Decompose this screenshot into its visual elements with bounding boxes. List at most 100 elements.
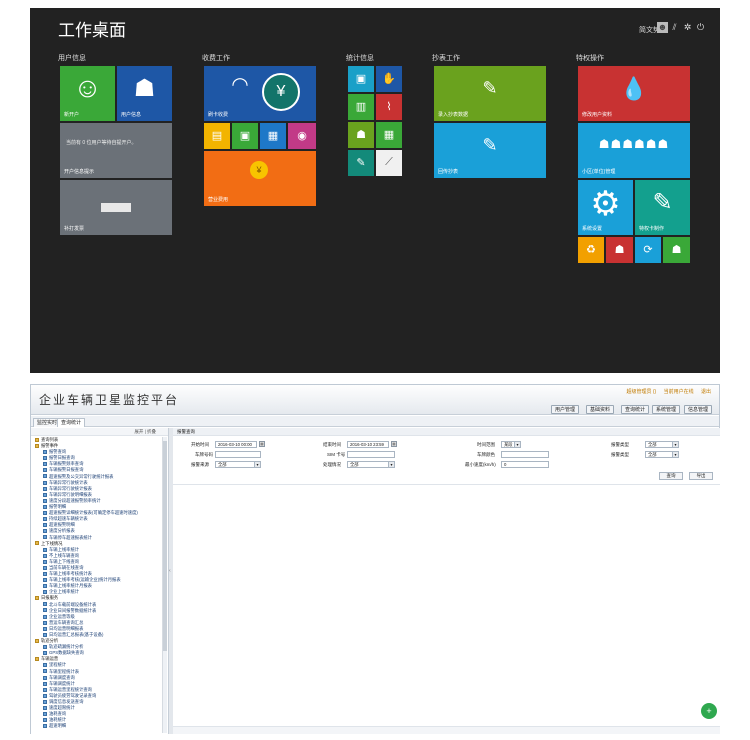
tile-read-detail[interactable]: ✎ 回传抄表 (434, 123, 546, 178)
menu-user-management[interactable]: 用户管理 (551, 405, 580, 414)
calendar-icon[interactable]: ▦ (391, 441, 397, 447)
tile-label: 特权卡制作 (639, 226, 665, 232)
recycle-icon: ♻ (586, 244, 596, 256)
tree-label: 轨迹疏漏统计分析 (49, 644, 84, 650)
menu-basic-data[interactable]: 基础资料 (586, 405, 615, 414)
power-icon[interactable]: ⏻ (695, 22, 706, 33)
tile-small-green[interactable]: ▣ (232, 123, 258, 149)
main-panel: 报警查询 开始时间 2016-03-10 00:00 ▦ 结束时间 2016-0… (173, 428, 720, 734)
pen-icon: ✎ (356, 157, 366, 169)
tree-scrollbar[interactable] (162, 437, 167, 733)
tree-label: 报警查询 (49, 449, 67, 455)
tree-label: 超速报警及公交异常行驶统计报表 (49, 473, 114, 479)
menu-info-management[interactable]: 信息管理 (684, 405, 713, 414)
tile-user-info[interactable]: ☗ 用户信息 (117, 66, 172, 121)
end-time-input[interactable]: 2016-03-10 23:59 (347, 441, 389, 448)
tile-stats-6[interactable]: ▦ (376, 122, 402, 148)
tab-bar: 监控实时 查询统计 (31, 416, 719, 427)
tree-label: 日均运营明细报表 (49, 625, 84, 631)
scrollbar-thumb[interactable] (163, 441, 167, 651)
alarm-cat-select[interactable]: 全部 (645, 451, 679, 458)
range-select[interactable]: 某段 (501, 441, 521, 448)
tile-special-bill[interactable]: ✎ 特权卡制作 (635, 180, 690, 235)
plate-input[interactable] (215, 451, 261, 458)
tile-label: 录入抄表数据 (438, 112, 469, 118)
sim-input[interactable] (347, 451, 395, 458)
collapse-all-link[interactable]: 折叠 (147, 429, 156, 434)
report-icon (43, 699, 47, 704)
tile-stats-1[interactable]: ▣ (348, 66, 374, 92)
plus-icon[interactable]: + (701, 703, 717, 719)
tile-stats-2[interactable]: ✋ (376, 66, 402, 92)
chart-icon[interactable]: ⫽ (669, 22, 680, 33)
report-tree: 查询列表 报警事件 报警查询 报警日报查询 车辆报警频率查询 车辆报警日报查询 超速报警及公… (33, 437, 161, 733)
tree-label: 不上线车辆查询 (49, 552, 80, 558)
handle-select[interactable]: 全部 (347, 461, 395, 468)
tree-label: 当前车辆在线查询 (49, 564, 84, 570)
export-button[interactable]: 导出 (689, 472, 713, 480)
gear-icon[interactable]: ✲ (682, 22, 693, 33)
tree-label: 查询列表 (41, 437, 59, 442)
tree-label: 车辆异常行驶统计表 (49, 479, 88, 485)
pencil-icon: ✎ (652, 189, 673, 216)
tile-label: 回传抄表 (438, 169, 459, 175)
tile-priv-2[interactable]: ☗ (606, 237, 633, 263)
tile-new-user[interactable]: ☺ 新开户 (60, 66, 115, 121)
tree-label: 车辆上下线查询 (49, 558, 80, 564)
coins-icon: ¥ (250, 161, 268, 179)
tree-label: 车辆上线率统计月报表 (49, 583, 92, 589)
calendar-icon[interactable]: ▦ (259, 441, 265, 447)
folder-icon (35, 443, 39, 448)
tile-print[interactable]: ▬ 补打发票 (60, 180, 172, 235)
report-icon (43, 498, 47, 503)
report-icon (43, 565, 47, 570)
tile-label: 开户信息提示 (64, 169, 95, 175)
refresh-icon: ⟳ (643, 244, 653, 256)
report-icon (43, 614, 47, 619)
tile-stats-3[interactable]: ▥ (348, 94, 374, 120)
tile-stats-7[interactable]: ✎ (348, 150, 374, 176)
alarm-source-select[interactable]: 全部 (215, 461, 261, 468)
top-link-logout[interactable]: 退出 (701, 389, 711, 395)
tab-query-stats[interactable]: 查询统计 (57, 418, 86, 427)
tile-business-expense[interactable]: ¥ 营业费用 (204, 151, 316, 206)
tile-priv-4[interactable]: ☗ (663, 237, 690, 263)
alarm-type-select[interactable]: 全部 (645, 441, 679, 448)
tile-community[interactable]: ☗☗☗☗☗☗ 小区(单位)管理 (578, 123, 690, 178)
avatar-icon[interactable]: ☻ (657, 22, 668, 33)
tile-user-info-wide[interactable]: 当前有 0 位用户等待自提开户。 开户信息提示 (60, 123, 172, 178)
tile-small-pink[interactable]: ◉ (288, 123, 316, 149)
tile-stats-5[interactable]: ☗ (348, 122, 374, 148)
tile-stats-4[interactable]: ⌇ (376, 94, 402, 120)
status-bar (173, 726, 720, 734)
report-icon (43, 504, 47, 509)
report-icon (43, 608, 47, 613)
tile-stats-8[interactable]: ⟋ (376, 150, 402, 176)
color-input[interactable] (501, 451, 549, 458)
tile-system-settings[interactable]: ⚙ 系统设置 (578, 180, 633, 235)
start-time-input[interactable]: 2016-03-10 00:00 (215, 441, 257, 448)
tree-label: 速度超限统计 (49, 705, 75, 711)
tile-small-yellow[interactable]: ▤ (204, 123, 230, 149)
min-speed-input[interactable]: 0 (501, 461, 549, 468)
tile-priv-1[interactable]: ♻ (578, 237, 604, 263)
top-link-admin[interactable]: 超级管理员 () (626, 389, 656, 395)
tile-card-charge[interactable]: ◠ ¥ 刷卡收费 (204, 66, 316, 121)
tree-label: 营运车辆查询汇总 (49, 619, 84, 625)
tile-modify-user[interactable]: 💧 修改用户资料 (578, 66, 690, 121)
expand-all-link[interactable]: 展开 (134, 429, 143, 434)
report-icon (43, 712, 47, 717)
tile-batch-read[interactable]: ✎ 录入抄表数据 (434, 66, 546, 121)
tree-label: 报警日报查询 (49, 455, 75, 461)
menu-system-management[interactable]: 系统管理 (652, 405, 681, 414)
tile-priv-3[interactable]: ⟳ (635, 237, 661, 263)
tile-small-blue[interactable]: ▦ (260, 123, 286, 149)
tree-item[interactable]: 超速明细 (33, 723, 161, 729)
top-link-online[interactable]: 当前用户在线 (664, 389, 694, 395)
results-area (173, 484, 720, 724)
query-button[interactable]: 查询 (659, 472, 683, 480)
id-card-icon: ▦ (267, 130, 279, 142)
menu-query-stats[interactable]: 查询统计 (621, 405, 650, 414)
tree-label: 企业运营等级 (49, 613, 75, 619)
tree-label: GPS数据缺失查询 (49, 650, 84, 656)
